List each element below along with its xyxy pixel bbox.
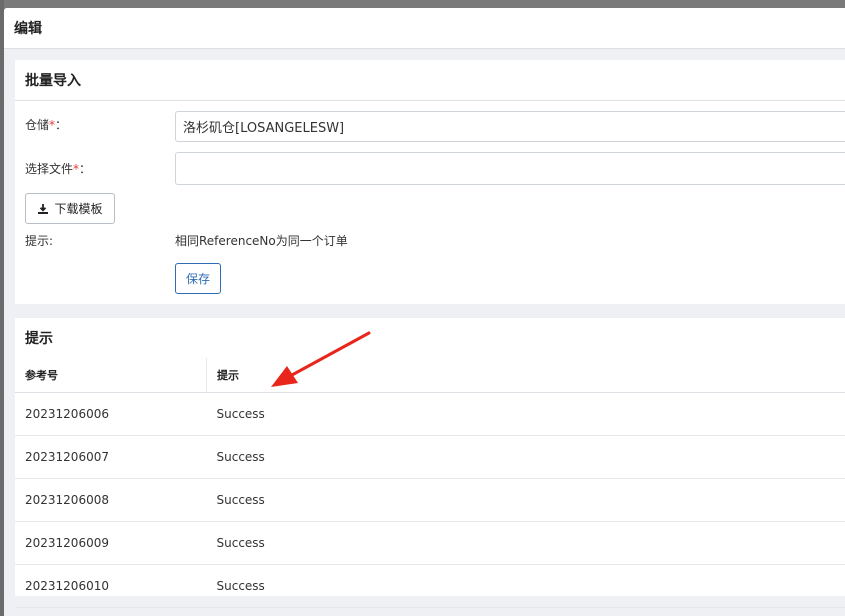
reference-cell: 20231206007 xyxy=(15,435,207,479)
file-input[interactable] xyxy=(175,152,845,185)
reference-cell: 20231206010 xyxy=(15,564,207,608)
result-table: 参考号 提示 20231206006 Success 20231206007 Suc… xyxy=(15,358,845,608)
tip-cell: Success xyxy=(206,478,845,522)
tip-cell: Success xyxy=(206,435,845,479)
column-header-reference: 参考号 xyxy=(15,358,207,393)
warehouse-label: 仓储*： xyxy=(25,118,68,132)
tip-label: 提示: xyxy=(25,234,54,248)
tip-cell: Success xyxy=(206,392,845,436)
dialog-title: 编辑 xyxy=(4,8,845,49)
file-row: 选择文件*： xyxy=(25,160,175,177)
download-icon xyxy=(38,203,49,214)
tip-cell: Success xyxy=(206,521,845,565)
table-row: 20231206010 Success xyxy=(15,564,845,608)
table-row: 20231206007 Success xyxy=(15,435,845,479)
tip-cell: Success xyxy=(206,564,845,608)
download-template-label: 下载模板 xyxy=(54,202,103,216)
column-header-tip: 提示 xyxy=(206,358,845,393)
file-label: 选择文件*： xyxy=(25,162,92,176)
download-template-button[interactable]: 下载模板 xyxy=(25,193,115,224)
tip-panel: 提示 参考号 提示 20231206006 Success 20231206007… xyxy=(15,318,845,608)
tip-panel-title: 提示 xyxy=(25,331,53,347)
table-header-row: 参考号 提示 xyxy=(15,358,845,393)
reference-cell: 20231206008 xyxy=(15,478,207,522)
tip-text: 相同ReferenceNo为同一个订单 xyxy=(175,234,348,248)
table-row: 20231206006 Success xyxy=(15,392,845,436)
table-row: 20231206009 Success xyxy=(15,521,845,565)
warehouse-select[interactable]: 洛杉矶仓[LOSANGELESW] xyxy=(175,111,845,142)
edit-dialog: 编辑 批量导入 仓储*： 洛杉矶仓[LOSANGELESW] 选择文件*： 下载… xyxy=(4,8,845,616)
reference-cell: 20231206009 xyxy=(15,521,207,565)
save-button[interactable]: 保存 xyxy=(175,263,221,294)
warehouse-row: 仓储*： xyxy=(25,116,175,133)
tip-row: 提示: 相同ReferenceNo为同一个订单 xyxy=(25,232,348,249)
batch-import-panel: 批量导入 仓储*： 洛杉矶仓[LOSANGELESW] 选择文件*： 下载模板 … xyxy=(15,60,845,304)
table-row: 20231206008 Success xyxy=(15,478,845,522)
batch-import-title: 批量导入 xyxy=(15,60,845,101)
reference-cell: 20231206006 xyxy=(15,392,207,436)
